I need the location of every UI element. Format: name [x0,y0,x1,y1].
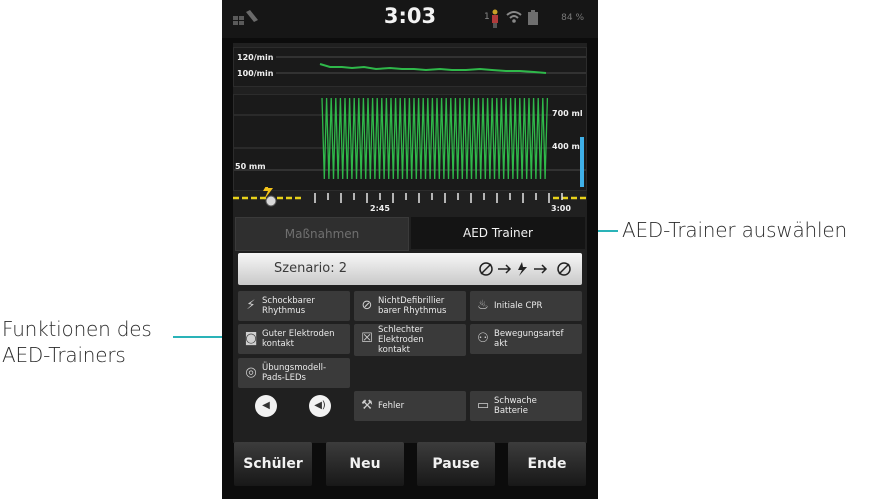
motion-line2: akt [494,339,508,349]
shockable-line2: Rhythmus [262,306,306,316]
good-contact-line2: kontakt [262,339,295,349]
shockable-line1: Schockbarer [262,296,315,306]
timeline-label-300: 3:00 [551,204,571,213]
wrench-icon: ⚒ [361,398,373,413]
timeline [233,187,587,207]
rate-chart: 120/min 100/min [233,47,587,87]
training-pads-leds-button[interactable]: ◎ Übungsmodell- Pads-LEDs [238,358,350,388]
non-shockable-rhythm-button[interactable]: ⊘ NichtDefibrillier barer Rhythmus [354,291,466,321]
status-bar: 3:03 1 84 % [222,0,598,38]
motion-artifact-button[interactable]: ⚇ Bewegungsartef akt [470,324,582,354]
electrode-pad-icon: ◙ [244,331,258,346]
pause-button[interactable]: Pause [417,442,495,486]
pads-leds-line2: Pads-LEDs [262,373,306,383]
pads-leds-line1: Übungsmodell- [262,363,327,373]
non-shockable-line1: NichtDefibrillier [378,296,445,306]
tab-massnahmen[interactable]: Maßnahmen [235,217,409,251]
annotation-functions-line2: AED-Trainers [2,343,126,367]
wifi-icon [506,11,522,23]
annotation-functions: Funktionen des AED-Trainers [2,316,152,368]
initial-cpr-button[interactable]: ♨ Initiale CPR [470,291,582,321]
bad-contact-line1: Schlechter [378,325,424,335]
end-button[interactable]: Ende [508,442,586,486]
low-battery-icon: ▭ [476,398,490,413]
good-electrode-contact-button[interactable]: ◙ Guter Elektroden kontakt [238,324,350,354]
initial-cpr-label: Initiale CPR [494,301,543,311]
fault-button[interactable]: ⚒ Fehler [354,391,466,421]
speaker-high-icon: ◀) [314,400,326,411]
device-screen: 3:03 1 84 % 120/min 100/min 50 mm 700 ml… [222,0,598,499]
compression-waveform [234,97,586,187]
compression-wave-path [321,97,549,180]
non-shockable-line2: barer Rhythmus [378,306,447,316]
shockable-rhythm-button[interactable]: ⚡ Schockbarer Rhythmus [238,291,350,321]
scenario-selector[interactable]: Szenario: 2 [238,253,582,285]
annotation-aed-trainer-select: AED-Trainer auswählen [622,218,847,242]
low-battery-line1: Schwache [494,396,537,406]
speaker-low-icon: ◀ [262,400,270,411]
scenario-sequence-icon [479,262,571,276]
motion-icon: ⚇ [477,331,489,346]
low-battery-button[interactable]: ▭ Schwache Batterie [470,391,582,421]
rate-trend-line [319,63,547,74]
fault-label: Fehler [378,401,405,411]
compression-chart: 50 mm 700 ml 400 ml [233,94,587,191]
status-time: 3:03 [383,4,437,28]
bad-contact-line2: Elektroden [378,335,424,345]
volume-up-button[interactable]: ◀) [309,395,331,417]
rate-chart-lines [276,56,586,74]
new-button[interactable]: Neu [326,442,404,486]
cpr-icon: ♨ [477,298,489,313]
pads-led-icon: ◎ [245,365,257,380]
good-contact-line1: Guter Elektroden [262,329,335,339]
shock-icon: ⚡ [246,298,256,313]
scenario-label: Szenario: 2 [274,261,347,276]
volume-bar [580,137,584,187]
student-button[interactable]: Schüler [234,442,312,486]
annotation-functions-line1: Funktionen des [2,317,152,341]
tab-aed-trainer[interactable]: AED Trainer [411,217,585,249]
user-count: 1 [484,12,490,22]
timeline-label-245: 2:45 [370,204,390,213]
no-shock-icon: ⊘ [361,298,373,313]
person-icon [492,9,498,28]
shock-marker-icon [265,195,277,207]
battery-icon [528,10,538,25]
battery-percent: 84 % [561,13,584,23]
bad-contact-line3: kontakt [378,345,411,355]
main-panel: 120/min 100/min 50 mm 700 ml 400 ml 2:45… [233,43,587,443]
bad-electrode-contact-button[interactable]: ☒ Schlechter Elektroden kontakt [354,324,466,356]
bad-pad-icon: ☒ [361,331,373,346]
volume-down-button[interactable]: ◀ [255,395,277,417]
low-battery-line2: Batterie [494,406,529,416]
motion-line1: Bewegungsartef [494,329,564,339]
